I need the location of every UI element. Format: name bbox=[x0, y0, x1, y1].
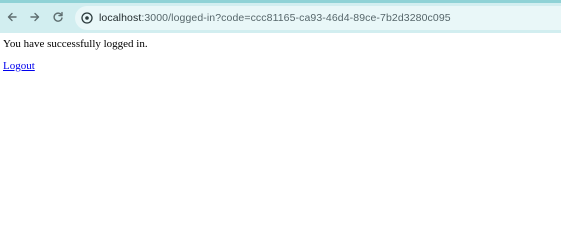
browser-toolbar: localhost:3000/logged-in?code=ccc81165-c… bbox=[0, 0, 561, 33]
success-message: You have successfully logged in. bbox=[3, 38, 148, 50]
arrow-right-icon bbox=[30, 12, 40, 22]
logout-link[interactable]: Logout bbox=[3, 59, 35, 73]
page-content: You have successfully logged in. Logout bbox=[3, 37, 148, 73]
url-text[interactable]: localhost:3000/logged-in?code=ccc81165-c… bbox=[99, 11, 451, 25]
url-path: :3000/logged-in?code=ccc81165-ca93-46d4-… bbox=[141, 12, 451, 24]
reload-icon bbox=[53, 11, 63, 22]
back-button[interactable] bbox=[3, 8, 21, 26]
site-info-icon[interactable] bbox=[80, 11, 94, 25]
reload-button[interactable] bbox=[49, 8, 67, 26]
url-host: localhost bbox=[99, 12, 142, 24]
arrow-left-icon bbox=[7, 12, 17, 22]
address-bar[interactable]: localhost:3000/logged-in?code=ccc81165-c… bbox=[75, 6, 561, 30]
forward-button[interactable] bbox=[26, 8, 44, 26]
